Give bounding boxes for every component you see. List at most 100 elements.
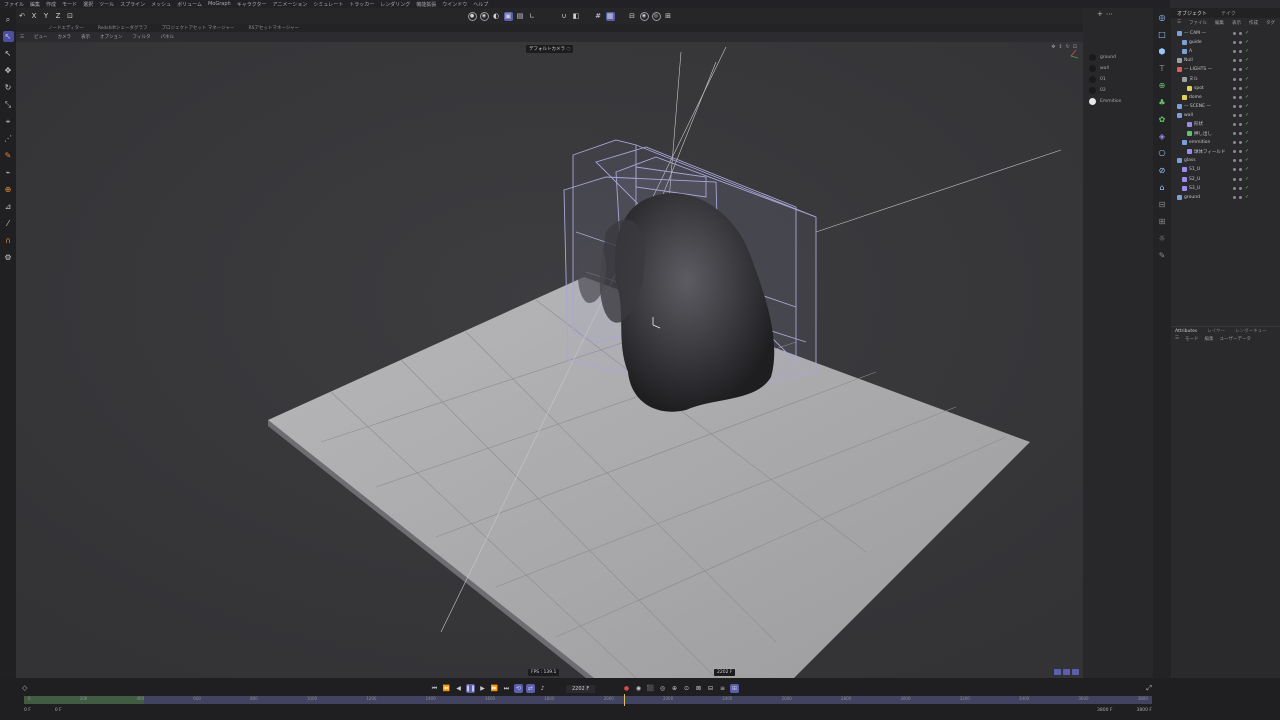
text-icon[interactable]: T: [1157, 63, 1168, 74]
position-key-icon[interactable]: ◎: [658, 684, 667, 693]
render-visibility-dot[interactable]: [1239, 104, 1242, 108]
render-visibility-dot[interactable]: [1239, 32, 1242, 36]
enabled-check-icon[interactable]: ✓: [1245, 140, 1249, 145]
tag-icon[interactable]: ⊞: [1157, 216, 1168, 227]
object-tree-row[interactable]: S2_U ✓: [1171, 175, 1280, 184]
editor-visibility-dot[interactable]: [1233, 32, 1236, 36]
enabled-check-icon[interactable]: ✓: [1245, 176, 1249, 182]
object-visibility-flags[interactable]: ✓: [1233, 167, 1249, 172]
enabled-check-icon[interactable]: ✓: [1245, 76, 1249, 82]
object-visibility-flags[interactable]: ✓: [1233, 121, 1249, 127]
3d-viewport[interactable]: ✥ ⇕ ↻ ⊡ デフォルトカメラ ◌ FPS : 139.1 2202 F: [16, 42, 1083, 678]
editor-visibility-dot[interactable]: [1233, 77, 1236, 81]
rotate-tool-icon[interactable]: ↻: [3, 82, 14, 93]
cube-icon[interactable]: □: [1157, 29, 1168, 40]
view-mode-icon-2[interactable]: [1063, 669, 1070, 675]
enabled-check-icon[interactable]: ✓: [1245, 185, 1249, 191]
menu-item[interactable]: レンダリング: [380, 1, 410, 8]
sound-icon[interactable]: ♪: [538, 684, 547, 693]
enabled-check-icon[interactable]: ✓: [1245, 194, 1249, 200]
menu-item[interactable]: MoGraph: [208, 1, 231, 7]
attr-menu-userdata[interactable]: ユーザーデータ: [1220, 336, 1251, 342]
editor-visibility-dot[interactable]: [1233, 195, 1236, 199]
object-tree-row[interactable]: — CAM — ✓: [1171, 29, 1280, 38]
sculpt-brush-icon[interactable]: ⌁: [3, 167, 14, 178]
render-visibility-dot[interactable]: [1239, 41, 1242, 45]
deformer-icon[interactable]: ✿: [1157, 114, 1168, 125]
record-key-icon[interactable]: ●: [622, 684, 631, 693]
workplane-icon[interactable]: ◧: [572, 12, 581, 21]
cloner-icon[interactable]: ♣: [1157, 97, 1168, 108]
scale-key-icon[interactable]: ⊙: [682, 684, 691, 693]
render-visibility-dot[interactable]: [1239, 86, 1242, 90]
enabled-check-icon[interactable]: ✓: [1245, 58, 1249, 63]
keyframe-selection-icon[interactable]: ⬛: [646, 684, 655, 693]
range-start-field-2[interactable]: 0 F: [55, 708, 62, 715]
object-tree-row[interactable]: dome ✓: [1171, 93, 1280, 102]
editor-tab[interactable]: Redshiftシェーダグラフ: [98, 25, 148, 31]
timeline-playhead[interactable]: [624, 694, 625, 706]
render-visibility-dot[interactable]: [1239, 68, 1242, 72]
render-visibility-dot[interactable]: [1239, 186, 1242, 190]
enabled-check-icon[interactable]: ✓: [1245, 31, 1249, 36]
object-menu-item[interactable]: 作成: [1249, 20, 1258, 26]
preview-range-icon[interactable]: ⇄: [526, 684, 535, 693]
menu-item[interactable]: ファイル: [4, 1, 24, 8]
render-region-icon[interactable]: ◉: [479, 11, 489, 21]
prev-frame-icon[interactable]: ◀: [454, 684, 463, 693]
tab-takes[interactable]: テイク: [1221, 10, 1236, 17]
environment-icon[interactable]: ⌂: [1157, 182, 1168, 193]
render-picture-viewer-icon[interactable]: ◐: [492, 12, 501, 21]
interpolation-icon[interactable]: ≡: [718, 684, 727, 693]
render-visibility-dot[interactable]: [1239, 113, 1242, 117]
editor-visibility-dot[interactable]: [1233, 141, 1236, 145]
enabled-check-icon[interactable]: ✓: [1245, 94, 1249, 100]
param-key-icon[interactable]: ⊠: [694, 684, 703, 693]
object-menu-item[interactable]: 編集: [1215, 20, 1224, 26]
enabled-check-icon[interactable]: ✓: [1245, 121, 1249, 127]
view-mode-icon-1[interactable]: [1054, 669, 1061, 675]
object-tree-row[interactable]: Null ✓: [1171, 56, 1280, 65]
object-visibility-flags[interactable]: ✓: [1233, 85, 1249, 91]
add-material-icon[interactable]: +: [1097, 10, 1103, 18]
editor-visibility-dot[interactable]: [1233, 59, 1236, 63]
menu-item[interactable]: スプライン: [120, 1, 145, 8]
scene-icon[interactable]: ⊟: [1157, 199, 1168, 210]
object-visibility-flags[interactable]: ✓: [1233, 194, 1249, 200]
object-visibility-flags[interactable]: ✓: [1233, 158, 1249, 163]
render-visibility-dot[interactable]: [1239, 159, 1242, 163]
menu-item[interactable]: 編集: [30, 1, 40, 8]
material-swatch[interactable]: Emmition: [1089, 98, 1121, 105]
material-swatch[interactable]: wall: [1089, 65, 1109, 72]
viewport-menu-item[interactable]: 表示: [81, 34, 90, 40]
loop-icon[interactable]: ⟲: [514, 684, 523, 693]
primitive-icon[interactable]: ⬢: [1157, 46, 1168, 57]
next-key-icon[interactable]: ⏩: [490, 684, 499, 693]
coordinate-system-icon[interactable]: ⊡: [66, 12, 75, 21]
enabled-check-icon[interactable]: ✓: [1245, 112, 1249, 118]
paint-icon[interactable]: ⊕: [3, 184, 14, 195]
object-tree-row[interactable]: ground ✓: [1171, 193, 1280, 202]
object-visibility-flags[interactable]: ✓: [1233, 185, 1249, 191]
transform-tool-icon[interactable]: ⌖: [3, 116, 14, 127]
editor-visibility-dot[interactable]: [1233, 68, 1236, 72]
material-swatch[interactable]: 02: [1089, 87, 1106, 94]
layout-icon[interactable]: ⊟: [628, 12, 637, 21]
object-tree-row[interactable]: ヌル ✓: [1171, 74, 1280, 83]
viewport-menu-item[interactable]: フィルタ: [133, 34, 151, 40]
object-visibility-flags[interactable]: ✓: [1233, 112, 1249, 118]
editor-visibility-dot[interactable]: [1233, 150, 1236, 154]
menu-item[interactable]: 作成: [46, 1, 56, 8]
object-tree-row[interactable]: spot ✓: [1171, 84, 1280, 93]
object-tree-row[interactable]: — LIGHTS — ✓: [1171, 65, 1280, 74]
record-icon[interactable]: ◉: [639, 11, 649, 21]
object-tree-row[interactable]: A ✓: [1171, 47, 1280, 56]
render-visibility-dot[interactable]: [1239, 177, 1242, 181]
object-menu-item[interactable]: 表示: [1232, 20, 1241, 26]
enabled-check-icon[interactable]: ✓: [1245, 49, 1249, 54]
render-visibility-dot[interactable]: [1239, 50, 1242, 54]
points-mode-icon[interactable]: ⋰: [3, 133, 14, 144]
object-tree-row[interactable]: S3_U ✓: [1171, 184, 1280, 193]
tab-objects[interactable]: オブジェクト: [1177, 10, 1207, 17]
live-select-icon[interactable]: ↖: [3, 48, 14, 59]
